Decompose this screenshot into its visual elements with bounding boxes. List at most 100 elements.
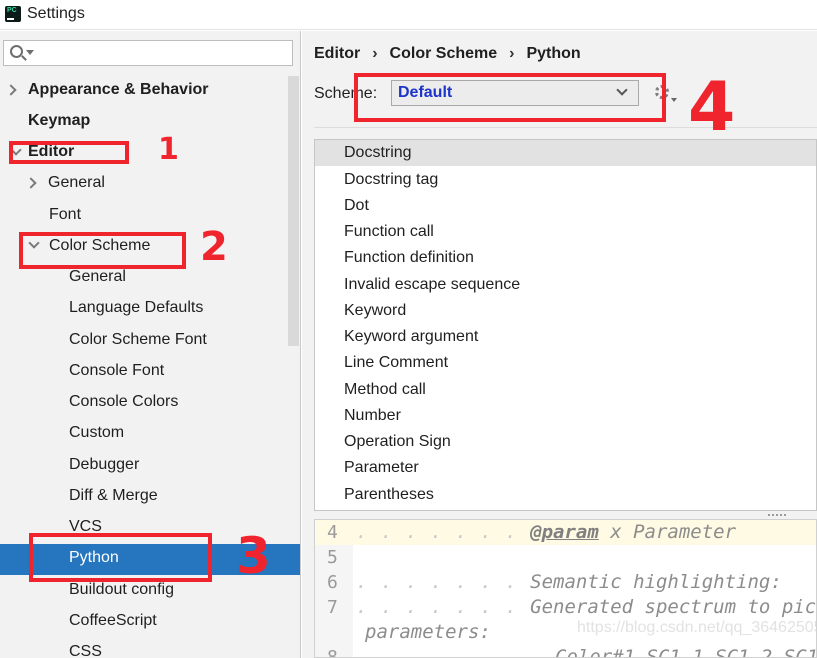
breadcrumb-item[interactable]: Editor	[314, 45, 360, 62]
watermark: https://blog.csdn.net/qq_36462505	[577, 619, 817, 636]
breadcrumb-item[interactable]: Color Scheme	[390, 45, 498, 62]
list-item[interactable]: Line Comment	[315, 350, 816, 376]
sidebar-item-vcs[interactable]: VCS	[0, 513, 300, 544]
search-field[interactable]	[3, 40, 293, 66]
sidebar-item-debugger[interactable]: Debugger	[0, 451, 300, 482]
code-text: parameters:	[365, 620, 491, 645]
docstring-tag: @param	[530, 521, 599, 543]
splitter[interactable]	[314, 511, 817, 519]
code-line: 7 . . . . . . . Generated spectrum to pi…	[315, 595, 817, 620]
sidebar-item-console-colors[interactable]: Console Colors	[0, 388, 300, 419]
sidebar-item-label: CSS	[69, 643, 102, 658]
gear-menu-caret-icon[interactable]	[671, 98, 677, 102]
code-content: Color#1 SC1.1 SC1.2 SC1.3 SC1.	[555, 646, 817, 658]
code-text: . . . . . . . @param x Parameter	[356, 520, 736, 545]
sidebar-item-label: General	[69, 268, 126, 285]
chevron-down-icon[interactable]	[28, 237, 40, 249]
whitespace-dots: . . . . . . . .	[356, 646, 556, 658]
sidebar-item-color-scheme-font[interactable]: Color Scheme Font	[0, 326, 300, 357]
breadcrumb-separator: ›	[372, 45, 378, 62]
window-title: Settings	[27, 5, 85, 22]
sidebar-item-color-scheme[interactable]: Color Scheme	[0, 232, 300, 263]
splitter-handle-icon[interactable]	[768, 514, 786, 517]
code-preview[interactable]: 4 . . . . . . . @param x Parameter 5 6 .…	[314, 519, 817, 658]
line-number: 7	[327, 597, 338, 618]
sidebar-item-label: Diff & Merge	[69, 487, 158, 504]
sidebar-item-custom[interactable]: Custom	[0, 419, 300, 450]
sidebar-item-label: Keymap	[28, 112, 91, 129]
list-item[interactable]: Invalid escape sequence	[315, 272, 816, 298]
list-item[interactable]: Parameter	[315, 455, 816, 481]
scheme-dropdown[interactable]: Default	[391, 80, 639, 106]
sidebar-item-label: Editor	[28, 143, 75, 160]
breadcrumb: Editor › Color Scheme › Python	[314, 45, 581, 63]
attribute-list[interactable]: Docstring Docstring tag Dot Function cal…	[314, 139, 817, 511]
title-bar: PC Settings	[0, 0, 817, 30]
sidebar-item-console-font[interactable]: Console Font	[0, 357, 300, 388]
chevron-right-icon[interactable]	[5, 84, 17, 96]
list-item[interactable]: Number	[315, 403, 816, 429]
sidebar-item-label: Debugger	[69, 456, 140, 473]
chevron-right-icon[interactable]	[25, 177, 37, 189]
whitespace-dots: . . . . . . .	[356, 521, 531, 543]
code-text: . . . . . . . . Color#1 SC1.1 SC1.2 SC1.…	[356, 645, 817, 658]
breadcrumb-separator: ›	[509, 45, 515, 62]
sidebar-item-font[interactable]: Font	[0, 201, 300, 232]
pycharm-app-icon: PC	[5, 6, 21, 22]
sidebar-item-css[interactable]: CSS	[0, 638, 300, 658]
settings-content: Editor › Color Scheme › Python Scheme: Defau…	[302, 31, 817, 658]
sidebar-item-label: Console Font	[69, 362, 165, 379]
sidebar-item-editor[interactable]: Editor	[0, 138, 300, 169]
scheme-selected-value: Default	[398, 84, 453, 101]
line-number: 8	[327, 647, 338, 658]
code-text: . . . . . . . Semantic highlighting:	[356, 570, 782, 595]
code-line: 8 . . . . . . . . Color#1 SC1.1 SC1.2 SC…	[315, 645, 817, 658]
sidebar-item-label: Color Scheme	[49, 237, 151, 254]
sidebar-item-appearance-behavior[interactable]: Appearance & Behavior	[0, 76, 300, 107]
sidebar-item-python[interactable]: Python	[0, 544, 300, 575]
sidebar-item-language-defaults[interactable]: Language Defaults	[0, 294, 300, 325]
whitespace-dots: . . . . . . .	[356, 571, 531, 593]
code-text: . . . . . . . Generated spectrum to pick…	[356, 595, 817, 620]
settings-sidebar: Appearance & Behavior Keymap Editor Gene…	[0, 31, 301, 658]
sidebar-item-coffeescript[interactable]: CoffeeScript	[0, 607, 300, 638]
sidebar-item-label: Custom	[69, 424, 125, 441]
sidebar-item-label: Font	[49, 206, 82, 223]
sidebar-item-buildout-config[interactable]: Buildout config	[0, 576, 300, 607]
list-item[interactable]: Dot	[315, 193, 816, 219]
whitespace-dots: . . . . . . .	[356, 596, 531, 618]
sidebar-item-label: Language Defaults	[69, 299, 204, 316]
code-content: Generated spectrum to pick colo	[530, 596, 817, 618]
sidebar-item-keymap[interactable]: Keymap	[0, 107, 300, 138]
line-number: 5	[327, 547, 338, 568]
sidebar-item-label: VCS	[69, 518, 102, 535]
sidebar-item-label: General	[48, 174, 105, 191]
list-item[interactable]: Docstring	[315, 140, 816, 166]
list-item[interactable]: Docstring tag	[315, 167, 816, 193]
sidebar-item-label: CoffeeScript	[69, 612, 157, 629]
search-icon[interactable]	[10, 45, 23, 58]
list-item[interactable]: Keyword	[315, 298, 816, 324]
code-line: 4 . . . . . . . @param x Parameter	[315, 520, 816, 545]
code-content: Semantic highlighting:	[530, 571, 782, 593]
chevron-down-icon[interactable]	[10, 144, 22, 156]
line-number: 4	[327, 522, 338, 543]
search-options-icon[interactable]	[26, 50, 34, 55]
list-item[interactable]: Keyword argument	[315, 324, 816, 350]
line-number: 6	[327, 572, 338, 593]
sidebar-item-label: Buildout config	[69, 581, 174, 598]
list-item[interactable]: Function definition	[315, 245, 816, 271]
divider	[314, 127, 817, 128]
gear-icon[interactable]	[655, 85, 669, 99]
sidebar-item-editor-general[interactable]: General	[0, 169, 300, 200]
chevron-down-icon[interactable]	[616, 84, 628, 96]
sidebar-item-label: Color Scheme Font	[69, 331, 207, 348]
list-item[interactable]: Parentheses	[315, 482, 816, 508]
list-item[interactable]: Method call	[315, 377, 816, 403]
sidebar-item-diff-merge[interactable]: Diff & Merge	[0, 482, 300, 513]
sidebar-item-scheme-general[interactable]: General	[0, 263, 300, 294]
list-item[interactable]: Operation Sign	[315, 429, 816, 455]
sidebar-item-label: Python	[69, 549, 119, 566]
list-item[interactable]: Function call	[315, 219, 816, 245]
code-line: 5	[315, 545, 816, 570]
